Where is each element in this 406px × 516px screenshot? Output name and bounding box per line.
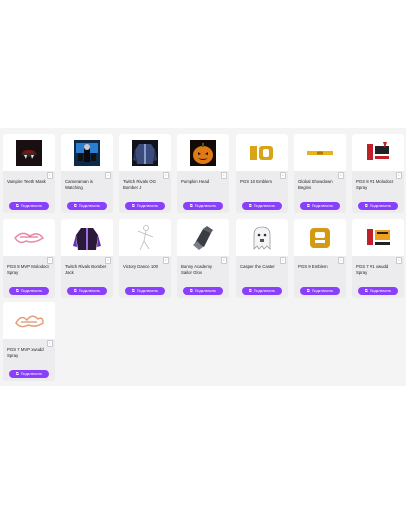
info-icon[interactable]: i [47,257,53,264]
connect-button[interactable]: ⧉ Подключить [358,287,398,295]
item-card[interactable]: i PGS 10 Emblem ⧉ Подключить [236,134,288,213]
item-card[interactable]: i Vampire Teeth Mask ⧉ Подключить [3,134,55,213]
external-link-icon: ⧉ [248,203,252,208]
spray-icon [352,134,404,171]
external-link-icon: ⧉ [15,288,19,293]
info-icon[interactable]: i [163,172,169,179]
external-link-icon: ⧉ [131,288,135,293]
item-card[interactable]: i Casper the Caster ⧉ Подключить [236,219,288,298]
item-card[interactable]: i Victory Dance 100 ⧉ Подключить [119,219,171,298]
item-title: PGS 8 MVP Molodoct Spray [7,264,49,275]
info-icon[interactable]: i [280,172,286,179]
external-link-icon: ⧉ [15,371,19,376]
item-card[interactable]: i PGS 7 MVP xwudd Spray ⧉ Подключить [3,302,55,381]
vampire-mask-icon [3,134,55,171]
info-icon[interactable]: i [163,257,169,264]
item-title: Victory Dance 100 [123,264,159,269]
xwudd-mvp-spray-icon [3,302,55,339]
connect-button[interactable]: ⧉ Подключить [67,202,107,210]
external-link-icon: ⧉ [189,288,193,293]
item-card[interactable]: i Global Showdown Begins ⧉ Подключить [294,134,346,213]
connect-button[interactable]: ⧉ Подключить [242,287,282,295]
item-title: Twitch Rivals Bomber Jack [65,264,107,275]
item-card[interactable]: i Twitch Rivals Bomber Jack ⧉ Подключить [61,219,113,298]
connect-button[interactable]: ⧉ Подключить [300,202,340,210]
connect-button[interactable]: ⧉ Подключить [9,287,49,295]
item-card[interactable]: i PGS 8 #1 Molodoct Spray ⧉ Подключить [352,134,404,213]
item-card[interactable]: i PGS 7 #1 xwudd Spray ⧉ Подключить [352,219,404,298]
connect-button[interactable]: ⧉ Подключить [183,202,223,210]
external-link-icon: ⧉ [73,288,77,293]
cameraman-icon [61,134,113,171]
item-card[interactable]: i PGS 8 MVP Molodoct Spray ⧉ Подключить [3,219,55,298]
connect-button[interactable]: ⧉ Подключить [9,370,49,378]
item-title: Casper the Caster [240,264,275,269]
item-card[interactable]: i Pumpkin Head ⧉ Подключить [177,134,229,213]
glove-icon [177,219,229,256]
info-icon[interactable]: i [47,340,53,347]
info-icon[interactable]: i [105,257,111,264]
pgs9-emblem-icon [294,219,346,256]
external-link-icon: ⧉ [306,288,310,293]
info-icon[interactable]: i [221,172,227,179]
connect-button[interactable]: ⧉ Подключить [125,287,165,295]
item-title: Pumpkin Head [181,179,210,184]
item-title: PGS 10 Emblem [240,179,273,184]
connect-button[interactable]: ⧉ Подключить [67,287,107,295]
external-link-icon: ⧉ [364,288,368,293]
info-icon[interactable]: i [47,172,53,179]
dance-icon [119,219,171,256]
item-title: Global Showdown Begins [298,179,333,190]
item-title: Bunny Academy Sailor Glov [181,264,213,275]
item-title: PGS 9 Emblem [298,264,328,269]
info-icon[interactable]: i [105,172,111,179]
connect-button[interactable]: ⧉ Подключить [242,202,282,210]
mvp-spray-icon [3,219,55,256]
external-link-icon: ⧉ [73,203,77,208]
connect-button[interactable]: ⧉ Подключить [125,202,165,210]
external-link-icon: ⧉ [306,203,310,208]
item-title: PGS 7 #1 xwudd Spray [356,264,389,275]
connect-button[interactable]: ⧉ Подключить [9,202,49,210]
external-link-icon: ⧉ [364,203,368,208]
external-link-icon: ⧉ [15,203,19,208]
item-card[interactable]: i Cameraman is Watching ⧉ Подключить [61,134,113,213]
xwudd-spray-icon [352,219,404,256]
info-icon[interactable]: i [396,257,402,264]
pumpkin-icon [177,134,229,171]
pgs10-emblem-icon [236,134,288,171]
item-card[interactable]: i PGS 9 Emblem ⧉ Подключить [294,219,346,298]
item-title: Cameraman is Watching [65,179,93,190]
info-icon[interactable]: i [280,257,286,264]
item-card[interactable]: i Bunny Academy Sailor Glov ⧉ Подключить [177,219,229,298]
info-icon[interactable]: i [338,257,344,264]
jacket-icon [61,219,113,256]
info-icon[interactable]: i [221,257,227,264]
info-icon[interactable]: i [396,172,402,179]
item-title: Twitch Rivals OG Bomber J [123,179,156,190]
connect-button[interactable]: ⧉ Подключить [358,202,398,210]
showdown-banner-icon [294,134,346,171]
item-title: PGS 8 #1 Molodoct Spray [356,179,394,190]
info-icon[interactable]: i [338,172,344,179]
external-link-icon: ⧉ [131,203,135,208]
item-title: PGS 7 MVP xwudd Spray [7,347,44,358]
ghost-icon [236,219,288,256]
item-card[interactable]: i Twitch Rivals OG Bomber J ⧉ Подключить [119,134,171,213]
connect-button[interactable]: ⧉ Подключить [300,287,340,295]
connect-button[interactable]: ⧉ Подключить [183,287,223,295]
bomber-jacket-icon [119,134,171,171]
external-link-icon: ⧉ [189,203,193,208]
external-link-icon: ⧉ [248,288,252,293]
item-title: Vampire Teeth Mask [7,179,46,184]
